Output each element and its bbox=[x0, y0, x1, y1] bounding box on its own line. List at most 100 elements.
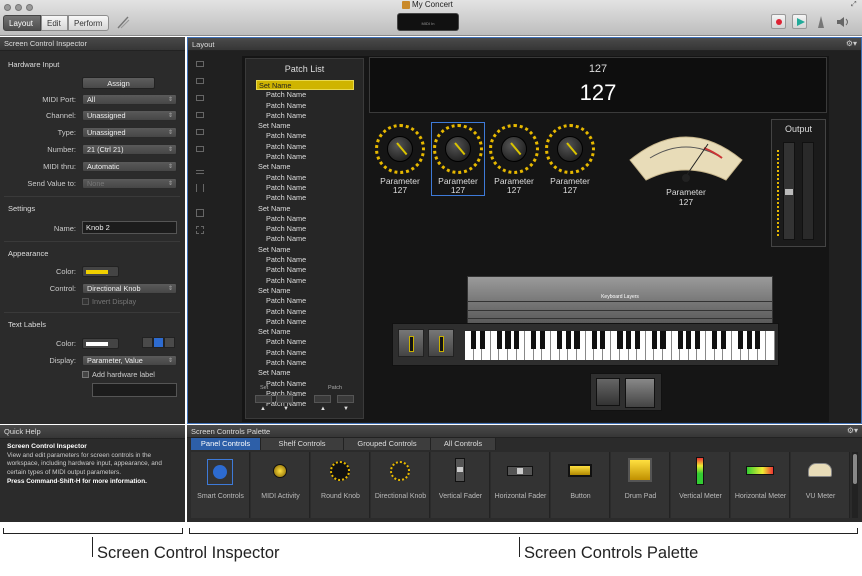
align-center-button[interactable] bbox=[153, 337, 164, 348]
mode-edit-button[interactable]: Edit bbox=[41, 15, 68, 31]
knob-1[interactable]: Parameter 127 bbox=[373, 122, 427, 196]
patch-row[interactable]: Patch Name bbox=[256, 337, 354, 347]
black-key[interactable] bbox=[471, 331, 477, 349]
set-row[interactable]: Set Name bbox=[256, 162, 354, 172]
sustain-pedal[interactable] bbox=[596, 378, 620, 406]
black-key[interactable] bbox=[626, 331, 632, 349]
set-row[interactable]: Set Name bbox=[256, 327, 354, 337]
patch-row[interactable]: Patch Name bbox=[256, 265, 354, 275]
patch-row[interactable]: Patch Name bbox=[256, 255, 354, 265]
black-key[interactable] bbox=[505, 331, 511, 349]
assign-button[interactable]: Assign bbox=[82, 77, 155, 89]
patch-field-2[interactable] bbox=[337, 395, 354, 403]
midi-thru-popup[interactable]: Automatic bbox=[82, 161, 177, 172]
palette-scrollbar[interactable] bbox=[852, 452, 858, 518]
patch-row[interactable]: Patch Name bbox=[256, 173, 354, 183]
palette-item-midi-activity[interactable]: MIDI Activity bbox=[251, 452, 310, 518]
close-window-button[interactable] bbox=[4, 4, 11, 11]
pitch-bend-wheel[interactable] bbox=[398, 329, 424, 357]
align-left-icon[interactable] bbox=[196, 112, 204, 118]
set-row[interactable]: Set Name bbox=[256, 245, 354, 255]
palette-item-smart-controls[interactable]: Smart Controls bbox=[191, 452, 250, 518]
align-middle-icon[interactable] bbox=[196, 78, 204, 84]
black-key[interactable] bbox=[634, 331, 640, 349]
ungroup-icon[interactable] bbox=[196, 226, 204, 234]
set-field[interactable] bbox=[255, 395, 272, 403]
patch-row[interactable]: Patch Name bbox=[256, 183, 354, 193]
patch-down-button[interactable]: ▼ bbox=[343, 406, 349, 412]
group-icon[interactable] bbox=[196, 209, 204, 217]
set-row[interactable]: Set Name bbox=[256, 204, 354, 214]
palette-item-round-knob[interactable]: Round Knob bbox=[311, 452, 370, 518]
black-key[interactable] bbox=[660, 331, 666, 349]
knob-4[interactable]: Parameter 127 bbox=[543, 122, 597, 196]
minimize-window-button[interactable] bbox=[15, 4, 22, 11]
hardware-label-field[interactable] bbox=[92, 383, 177, 397]
black-key[interactable] bbox=[600, 331, 606, 349]
palette-item-button[interactable]: Button bbox=[551, 452, 610, 518]
black-key[interactable] bbox=[755, 331, 761, 349]
set-down-button[interactable]: ▼ bbox=[283, 406, 289, 412]
patch-row[interactable]: Patch Name bbox=[256, 317, 354, 327]
black-key[interactable] bbox=[496, 331, 503, 349]
align-bottom-icon[interactable] bbox=[196, 95, 204, 101]
full-screen-icon[interactable]: ⤢ bbox=[851, 1, 857, 9]
mode-perform-button[interactable]: Perform bbox=[68, 15, 109, 31]
mod-wheel[interactable] bbox=[428, 329, 454, 357]
patch-row[interactable]: Patch Name bbox=[256, 152, 354, 162]
black-key[interactable] bbox=[677, 331, 683, 349]
midi-port-popup[interactable]: All bbox=[82, 94, 177, 105]
number-popup[interactable]: 21 (Ctrl 21) bbox=[82, 144, 177, 155]
patch-field[interactable] bbox=[314, 395, 331, 403]
patch-list[interactable]: Patch List Set Name Patch Name Patch Name P… bbox=[245, 58, 364, 419]
black-key[interactable] bbox=[514, 331, 520, 349]
patch-row[interactable]: Patch Name bbox=[256, 348, 354, 358]
palette-item-directional-knob[interactable]: Directional Knob bbox=[371, 452, 430, 518]
appearance-color-well[interactable] bbox=[82, 266, 119, 277]
piano-keys[interactable] bbox=[465, 331, 775, 360]
patch-row[interactable]: Patch Name bbox=[256, 224, 354, 234]
patch-row[interactable]: Patch Name bbox=[256, 276, 354, 286]
align-right-icon[interactable] bbox=[196, 146, 204, 152]
black-key[interactable] bbox=[737, 331, 744, 349]
expression-pedal[interactable] bbox=[625, 378, 655, 408]
black-key[interactable] bbox=[686, 331, 692, 349]
set-field-2[interactable] bbox=[276, 395, 293, 403]
set-up-button[interactable]: ▲ bbox=[260, 406, 266, 412]
set-row[interactable]: Set Name bbox=[256, 121, 354, 131]
patch-up-button[interactable]: ▲ bbox=[320, 406, 326, 412]
patch-row[interactable]: Patch Name bbox=[256, 90, 354, 100]
patch-row[interactable]: Patch Name bbox=[256, 131, 354, 141]
type-popup[interactable]: Unassigned bbox=[82, 127, 177, 138]
black-key[interactable] bbox=[591, 331, 597, 349]
output-fader[interactable] bbox=[783, 142, 795, 240]
black-key[interactable] bbox=[574, 331, 580, 349]
palette-item-drum-pad[interactable]: Drum Pad bbox=[611, 452, 670, 518]
white-key[interactable] bbox=[766, 331, 775, 360]
parameter-display[interactable]: 127 127 bbox=[369, 57, 827, 113]
patch-row[interactable]: Patch Name bbox=[256, 234, 354, 244]
distribute-horizontal-icon[interactable] bbox=[196, 184, 204, 192]
gear-icon[interactable]: ⚙▾ bbox=[846, 39, 857, 48]
channel-popup[interactable]: Unassigned bbox=[82, 110, 177, 121]
patch-row[interactable]: Patch Name bbox=[256, 142, 354, 152]
patch-row[interactable]: Patch Name bbox=[256, 214, 354, 224]
mode-layout-button[interactable]: Layout bbox=[3, 15, 41, 31]
set-row[interactable]: Set Name bbox=[256, 368, 354, 378]
black-key[interactable] bbox=[712, 331, 718, 349]
display-popup[interactable]: Parameter, Value bbox=[82, 355, 177, 366]
distribute-vertical-icon[interactable] bbox=[196, 170, 204, 174]
black-key[interactable] bbox=[479, 331, 485, 349]
black-key[interactable] bbox=[720, 331, 726, 349]
palette-item-horizontal-meter[interactable]: Horizontal Meter bbox=[731, 452, 790, 518]
black-key[interactable] bbox=[617, 331, 623, 349]
patch-row[interactable]: Patch Name bbox=[256, 101, 354, 111]
palette-item-horizontal-fader[interactable]: Horizontal Fader bbox=[491, 452, 550, 518]
black-key[interactable] bbox=[694, 331, 701, 349]
palette-item-vertical-meter[interactable]: Vertical Meter bbox=[671, 452, 730, 518]
knob-2-selected[interactable]: Parameter 127 bbox=[431, 122, 485, 196]
volume-icon[interactable] bbox=[836, 15, 850, 29]
patch-row[interactable]: Patch Name bbox=[256, 193, 354, 203]
align-top-icon[interactable] bbox=[196, 61, 204, 67]
metronome-icon[interactable] bbox=[816, 15, 826, 29]
